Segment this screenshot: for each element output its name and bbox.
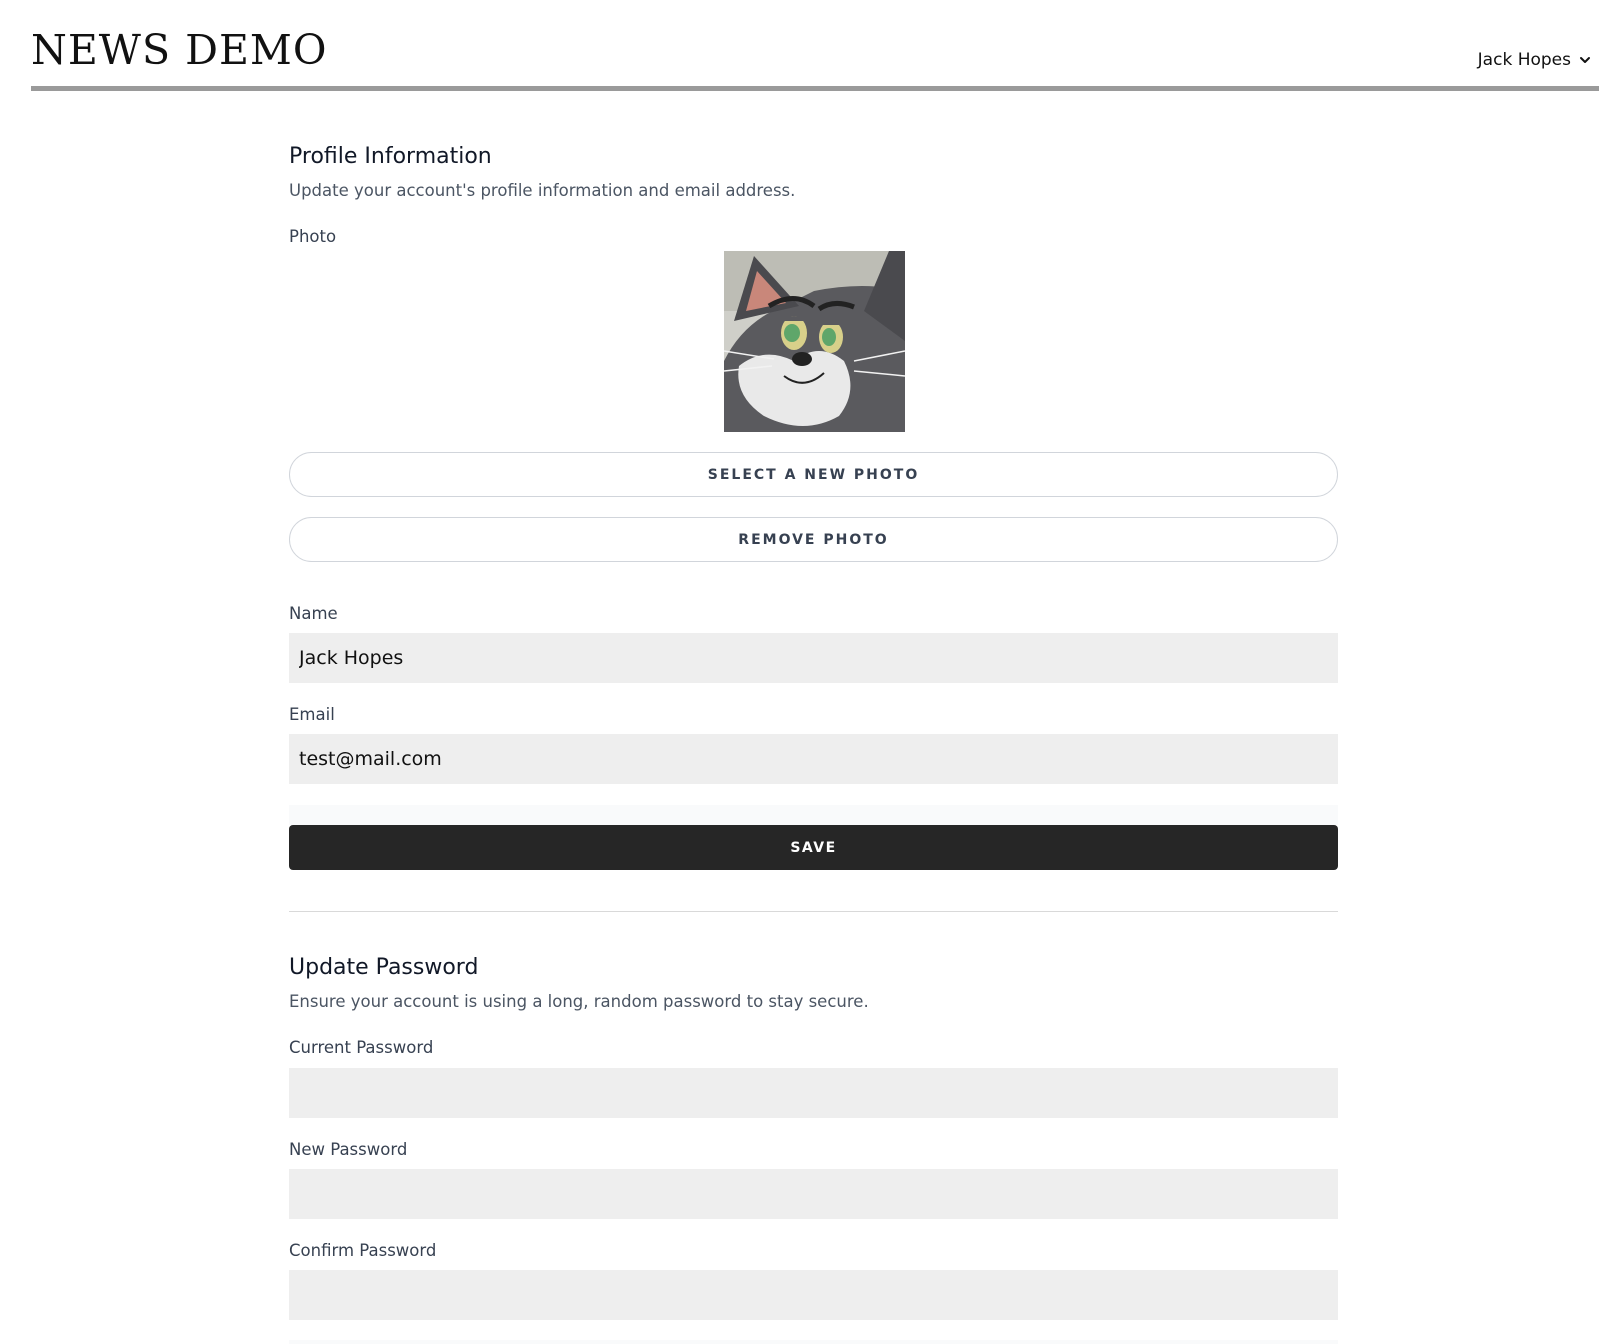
name-label: Name	[289, 604, 338, 623]
cat-avatar	[724, 251, 905, 432]
email-label: Email	[289, 705, 335, 724]
user-menu-name: Jack Hopes	[1477, 50, 1571, 70]
email-input[interactable]	[289, 734, 1338, 784]
password-section-title: Update Password	[289, 955, 479, 980]
profile-section-title: Profile Information	[289, 144, 492, 169]
site-logo[interactable]: NEWS DEMO	[31, 26, 327, 74]
chevron-down-icon	[1580, 57, 1590, 63]
current-password-label: Current Password	[289, 1038, 434, 1057]
confirm-password-input[interactable]	[289, 1270, 1338, 1320]
top-header: NEWS DEMO Jack Hopes	[31, 0, 1599, 91]
profile-section-description: Update your account's profile informatio…	[289, 181, 796, 200]
confirm-password-label: Confirm Password	[289, 1241, 437, 1260]
current-password-input[interactable]	[289, 1068, 1338, 1118]
select-new-photo-button[interactable]: SELECT A NEW PHOTO	[289, 452, 1338, 497]
remove-photo-button[interactable]: REMOVE PHOTO	[289, 517, 1338, 562]
form-actions-bar	[289, 805, 1338, 825]
section-divider	[289, 911, 1338, 912]
save-profile-button[interactable]: SAVE	[289, 825, 1338, 870]
name-input[interactable]	[289, 633, 1338, 683]
form-actions-bar	[289, 1340, 1338, 1344]
user-menu-trigger[interactable]: Jack Hopes	[1478, 50, 1591, 70]
profile-photo	[724, 251, 905, 432]
photo-label: Photo	[289, 227, 337, 246]
new-password-label: New Password	[289, 1140, 408, 1159]
new-password-input[interactable]	[289, 1169, 1338, 1219]
password-section-description: Ensure your account is using a long, ran…	[289, 992, 869, 1011]
